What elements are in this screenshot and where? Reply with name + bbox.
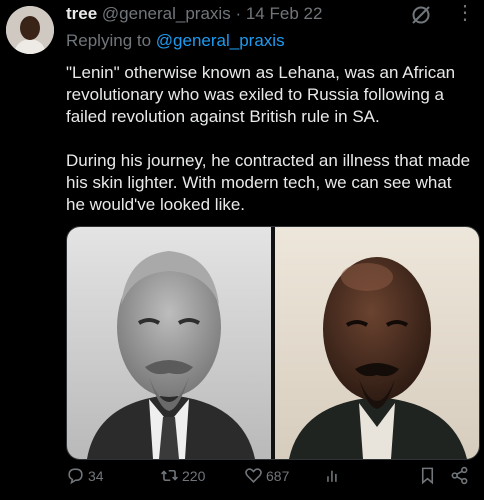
separator: · (235, 4, 242, 23)
tweet-paragraph-2: During his journey, he contracted an ill… (66, 151, 471, 214)
share-icon (451, 466, 468, 485)
tweet-date[interactable]: 14 Feb 22 (246, 4, 323, 23)
retweet-icon (161, 469, 178, 482)
display-name[interactable]: tree (66, 4, 97, 23)
media-image-left[interactable] (67, 227, 271, 459)
reply-count: 34 (88, 467, 104, 484)
replying-handle-link[interactable]: @general_praxis (156, 31, 285, 50)
retweet-count: 220 (182, 467, 206, 484)
reply-button[interactable]: 34 (66, 466, 104, 485)
replying-to: Replying to @general_praxis (66, 31, 285, 51)
avatar[interactable] (6, 6, 54, 54)
replying-prefix: Replying to (66, 31, 152, 50)
tweet-header: tree @general_praxis · 14 Feb 22 (66, 4, 322, 24)
share-button[interactable] (450, 466, 472, 485)
action-bar: 34 220 687 (66, 466, 476, 492)
retweet-button[interactable]: 220 (160, 466, 205, 485)
tweet-media[interactable] (66, 226, 480, 460)
reply-icon (68, 468, 83, 485)
grok-icon[interactable] (410, 4, 432, 26)
media-image-right[interactable] (275, 227, 479, 459)
tweet-paragraph-1: "Lenin" otherwise known as Lehana, was a… (66, 63, 456, 126)
more-icon[interactable]: ⋮ (455, 2, 475, 24)
views-button[interactable] (324, 466, 346, 485)
tweet-text: "Lenin" otherwise known as Lehana, was a… (66, 62, 472, 238)
bookmark-icon (421, 467, 434, 485)
views-icon (327, 470, 337, 482)
user-handle[interactable]: @general_praxis (102, 4, 231, 23)
like-button[interactable]: 687 (244, 466, 289, 485)
like-count: 687 (266, 467, 290, 484)
heart-icon (245, 468, 262, 483)
bookmark-button[interactable] (418, 466, 440, 485)
